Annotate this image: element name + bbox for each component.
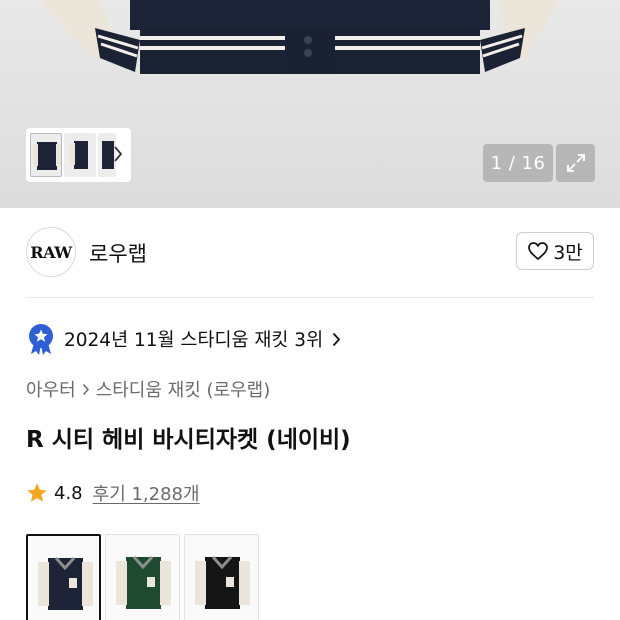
like-count: 3만	[553, 241, 583, 264]
thumbnail[interactable]	[64, 133, 96, 177]
divider	[26, 297, 594, 298]
ranking-link[interactable]: 2024년 11월 스타디움 재킷 3위	[26, 323, 341, 355]
rating-row: 4.8 후기 1,288개	[26, 480, 200, 506]
color-option-navy[interactable]	[26, 534, 101, 620]
ranking-badge-icon	[29, 324, 53, 355]
heart-icon	[528, 242, 549, 261]
thumbnail[interactable]	[30, 133, 62, 177]
brand-row: RAW 로우랩 3만	[26, 226, 594, 278]
chevron-right-icon	[82, 383, 89, 395]
product-image-gallery[interactable]: 1 / 16	[0, 0, 620, 208]
breadcrumb: 아우터 스타디움 재킷 (로우랩)	[26, 376, 270, 402]
breadcrumb-item[interactable]: 스타디움 재킷 (로우랩)	[96, 376, 271, 402]
product-title: R 시티 헤비 바시티자켓 (네이비)	[26, 427, 351, 453]
expand-button[interactable]	[556, 144, 595, 182]
like-button[interactable]: 3만	[516, 232, 594, 270]
expand-icon	[566, 154, 585, 172]
breadcrumb-item[interactable]: 아우터	[26, 376, 76, 402]
review-count-link[interactable]: 후기 1,288개	[93, 480, 200, 506]
thumbnail-strip[interactable]	[26, 128, 131, 182]
color-options	[26, 534, 263, 620]
color-option-black[interactable]	[184, 534, 259, 620]
brand-name[interactable]: 로우랩	[89, 238, 147, 268]
ranking-text: 2024년 11월 스타디움 재킷 3위	[64, 330, 324, 351]
chevron-right-icon[interactable]	[113, 145, 123, 163]
brand-logo[interactable]: RAW	[26, 227, 76, 277]
rating-value: 4.8	[54, 482, 83, 504]
chevron-right-icon	[332, 332, 341, 346]
color-option-green[interactable]	[105, 534, 180, 620]
image-counter: 1 / 16	[483, 144, 553, 182]
star-icon	[27, 483, 47, 502]
